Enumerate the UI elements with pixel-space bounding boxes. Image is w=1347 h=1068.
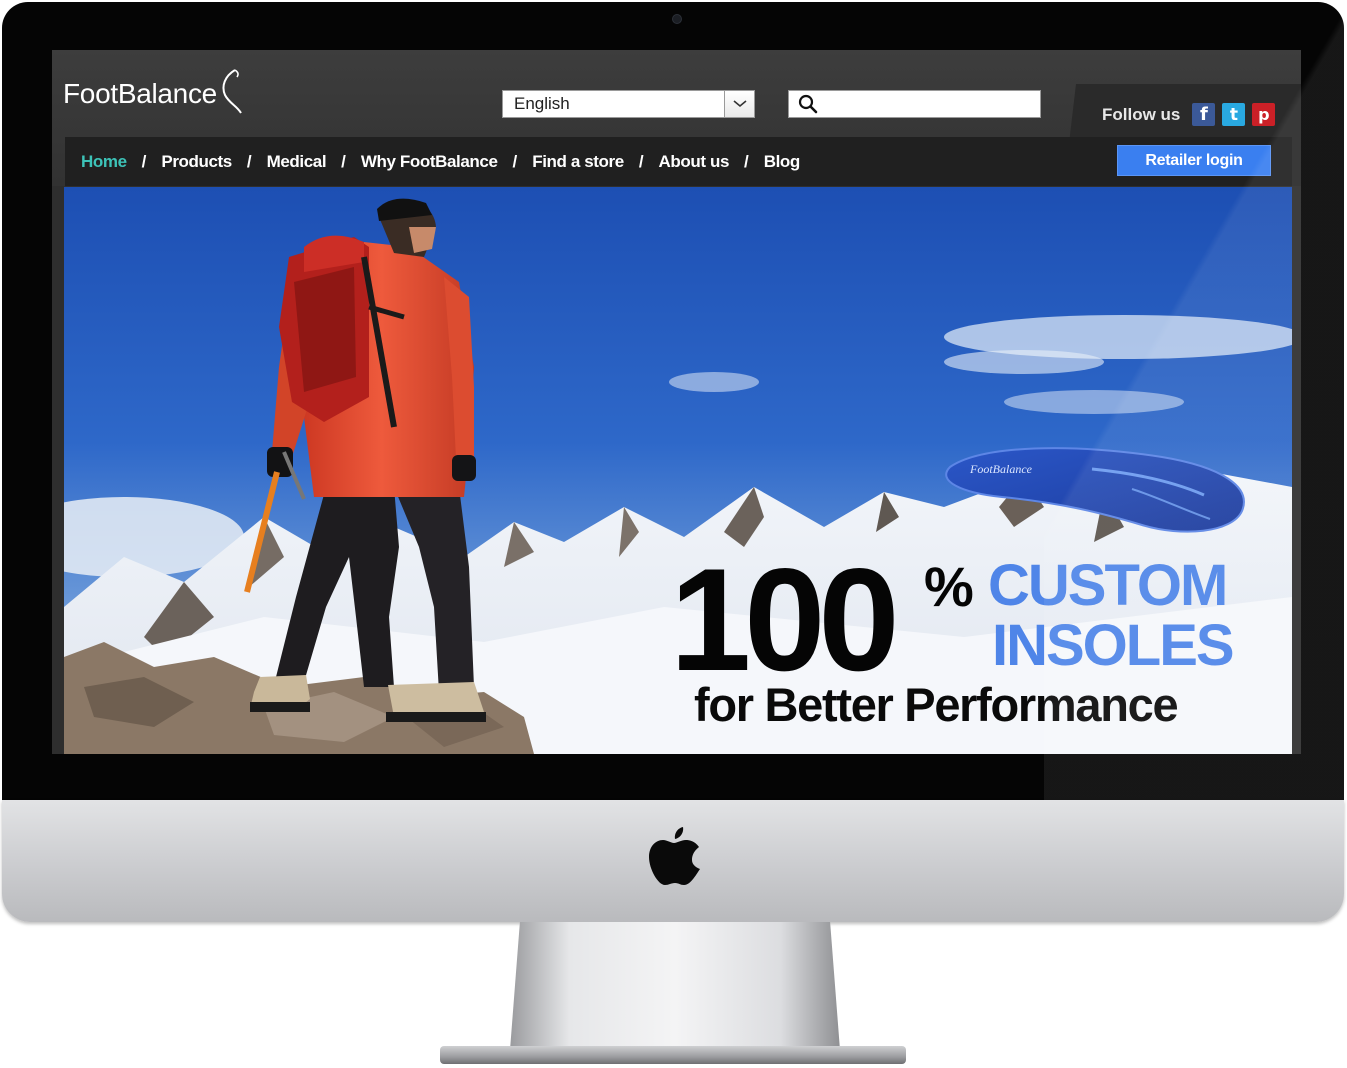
headline-custom: CUSTOM [988, 553, 1228, 618]
headline-number: 100 [670, 538, 900, 701]
facebook-glyph: f [1199, 104, 1208, 125]
nav-products[interactable]: Products [161, 152, 232, 172]
monitor-stand-base [440, 1046, 906, 1064]
main-nav: Home / Products / Medical / Why FootBala… [65, 137, 1292, 186]
monitor-stand [510, 922, 840, 1050]
nav-about-us[interactable]: About us [659, 152, 730, 172]
pinterest-glyph: p [1258, 105, 1270, 124]
nav-blog[interactable]: Blog [764, 152, 801, 172]
site-logo[interactable]: FootBalance [63, 69, 245, 114]
insole-brand: FootBalance [969, 462, 1033, 476]
search-box[interactable] [788, 90, 1041, 118]
follow-label: Follow us [1102, 104, 1181, 124]
hero-headline: 100 % CUSTOM INSOLES for Better Performa… [670, 547, 1290, 747]
facebook-icon[interactable]: f [1192, 103, 1216, 126]
logo-swoosh-icon [222, 69, 242, 114]
insole-image: FootBalance [945, 447, 1245, 533]
headline-percent: % [924, 555, 974, 618]
nav-separator: / [341, 151, 346, 171]
nav-items: Home / Products / Medical / Why FootBala… [81, 137, 800, 186]
nav-separator: / [512, 151, 518, 171]
apple-logo-icon [649, 827, 700, 885]
pinterest-icon[interactable]: p [1252, 103, 1276, 126]
nav-medical[interactable]: Medical [267, 152, 327, 172]
screen: FootBalance English Follow us f t p Home… [52, 50, 1301, 754]
language-select[interactable]: English [502, 90, 755, 118]
chevron-down-icon[interactable] [724, 91, 754, 117]
nav-why-footbalance[interactable]: Why FootBalance [361, 152, 498, 172]
nav-separator: / [744, 151, 749, 171]
nav-find-a-store[interactable]: Find a store [532, 152, 624, 172]
search-input[interactable] [824, 92, 1040, 116]
hero-banner[interactable]: FootBalance 100 % CUSTOM INSOLES for Bet… [64, 187, 1292, 754]
twitter-icon[interactable]: t [1222, 103, 1246, 126]
nav-separator: / [141, 151, 147, 171]
retailer-login-button[interactable]: Retailer login [1117, 145, 1271, 176]
follow-us: Follow us f t p [1102, 103, 1282, 126]
nav-separator: / [638, 151, 644, 171]
headline-insoles: INSOLES [992, 613, 1235, 678]
imac-frame: FootBalance English Follow us f t p Home… [0, 0, 1347, 1068]
twitter-glyph: t [1229, 104, 1238, 125]
headline-subtitle: for Better Performance [694, 678, 1179, 731]
search-icon[interactable] [798, 94, 818, 114]
nav-separator: / [246, 151, 252, 171]
nav-home[interactable]: Home [81, 152, 127, 172]
webcam [672, 14, 682, 24]
monitor-bezel: FootBalance English Follow us f t p Home… [2, 2, 1344, 802]
language-selected: English [514, 94, 570, 113]
logo-text: FootBalance [63, 78, 217, 109]
site-header: FootBalance English Follow us f t p Home… [52, 50, 1301, 186]
